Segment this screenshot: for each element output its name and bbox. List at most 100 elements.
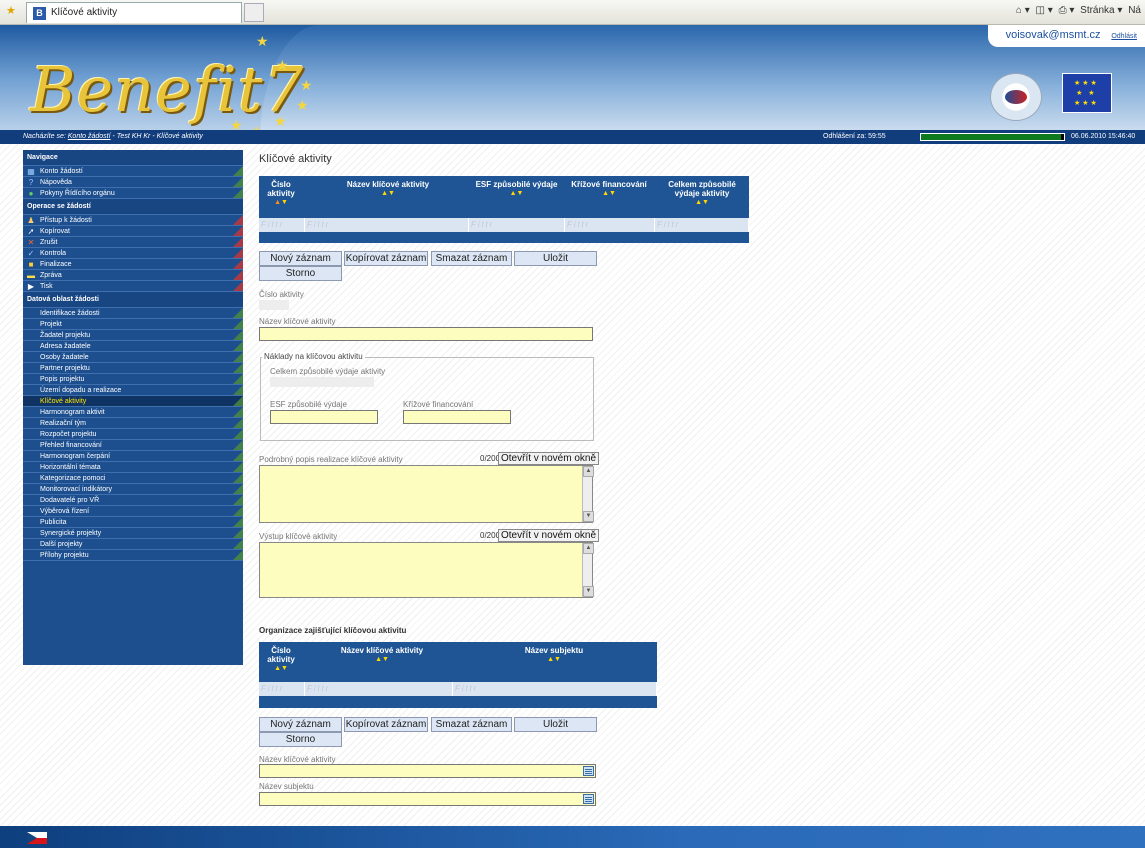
sidebar-item-indicators[interactable]: Monitorovací indikátory: [23, 484, 243, 495]
org-activity-select[interactable]: [259, 764, 596, 778]
sort-arrows-icon[interactable]: ▲▼: [469, 189, 564, 198]
save-button[interactable]: Uložit: [514, 251, 597, 266]
sidebar-item-cancel[interactable]: ✕ Zrušit: [23, 237, 243, 248]
delete-record-button[interactable]: Smazat záznam: [431, 251, 512, 266]
org-column-header-subject[interactable]: Název subjektu ▲▼: [499, 646, 609, 664]
org-subject-select[interactable]: [259, 792, 596, 806]
copy-record-button[interactable]: Kopírovat záznam: [344, 251, 428, 266]
sidebar-item-suppliers[interactable]: Dodavatelé pro VŘ: [23, 495, 243, 506]
sidebar-item-horizontal[interactable]: Horizontální témata: [23, 462, 243, 473]
org-filter-input-number[interactable]: Filtr: [259, 682, 305, 696]
sort-arrows-icon[interactable]: ▲▼: [655, 198, 749, 207]
filter-row: Filtr Filtr Filtr Filtr Filtr: [259, 218, 749, 232]
org-cancel-button[interactable]: Storno: [259, 732, 342, 747]
sidebar-item-publicity[interactable]: Publicita: [23, 517, 243, 528]
sidebar-item-applicant-persons[interactable]: Osoby žadatele: [23, 352, 243, 363]
cross-financing-input[interactable]: [403, 410, 511, 424]
star-icon: ★: [296, 97, 309, 113]
sidebar-item-synergy[interactable]: Synergické projekty: [23, 528, 243, 539]
filter-input-esf[interactable]: Filtr: [469, 218, 565, 232]
print-browser-icon[interactable]: ⎙ ▾: [1059, 5, 1075, 16]
logout-link[interactable]: Odhlásit: [1111, 33, 1137, 40]
org-new-record-button[interactable]: Nový záznam: [259, 717, 342, 732]
sidebar-item-key-activities[interactable]: Klíčové aktivity: [23, 396, 243, 407]
description-textarea[interactable]: [259, 465, 594, 523]
column-header-cross[interactable]: Křížové financování ▲▼: [565, 180, 653, 198]
sort-arrows-icon[interactable]: ▲▼: [261, 664, 301, 673]
czech-flag-icon[interactable]: [27, 832, 47, 844]
sidebar-item-partner[interactable]: Partner projektu: [23, 363, 243, 374]
org-column-header-name[interactable]: Název klíčové aktivity ▲▼: [319, 646, 445, 664]
org-delete-record-button[interactable]: Smazat záznam: [431, 717, 512, 732]
sort-arrows-icon[interactable]: ▲▼: [565, 189, 653, 198]
new-tab-button[interactable]: [244, 3, 264, 22]
org-save-button[interactable]: Uložit: [514, 717, 597, 732]
sidebar-item-check[interactable]: ✓ Kontrola: [23, 248, 243, 259]
filter-input-number[interactable]: Filtr: [259, 218, 305, 232]
sidebar-item-budget[interactable]: Rozpočet projektu: [23, 429, 243, 440]
column-header-number[interactable]: Číslo aktivity ▲▼: [261, 180, 301, 207]
sidebar-item-identification[interactable]: Identifikace žádosti: [23, 308, 243, 319]
sidebar-item-financing[interactable]: Přehled financování: [23, 440, 243, 451]
output-scrollbar[interactable]: [582, 543, 594, 597]
sidebar-item-other-projects[interactable]: Další projekty: [23, 539, 243, 550]
sidebar-item-help[interactable]: ? Nápověda: [23, 177, 243, 188]
esf-input[interactable]: [270, 410, 378, 424]
cross-financing-label: Křížové financování: [403, 400, 474, 409]
column-header-esf[interactable]: ESF způsobilé výdaje ▲▼: [469, 180, 564, 198]
organization-grid: Číslo aktivity ▲▼ Název klíčové aktivity ▲…: [259, 642, 657, 708]
sidebar-item-access[interactable]: ♟ Přístup k žádosti: [23, 215, 243, 226]
org-filter-input-name[interactable]: Filtr: [305, 682, 453, 696]
sidebar-item-applicant[interactable]: Žadatel projektu: [23, 330, 243, 341]
org-filter-input-subject[interactable]: Filtr: [453, 682, 657, 696]
column-header-name[interactable]: Název klíčové aktivity ▲▼: [319, 180, 457, 198]
sort-arrows-icon[interactable]: ▲▼: [261, 198, 301, 207]
sidebar-item-account[interactable]: ▦ Konto žádostí: [23, 166, 243, 177]
sidebar-item-attachments[interactable]: Přílohy projektu: [23, 550, 243, 561]
sidebar-item-description[interactable]: Popis projektu: [23, 374, 243, 385]
breadcrumb-link-account[interactable]: Konto žádostí: [68, 133, 111, 140]
sidebar-item-message[interactable]: ▬ Zpráva: [23, 270, 243, 281]
browser-tab[interactable]: B Klíčové aktivity: [26, 2, 242, 23]
lock-icon: ■: [28, 260, 34, 269]
filter-input-name[interactable]: Filtr: [305, 218, 469, 232]
sidebar-item-team[interactable]: Realizační tým: [23, 418, 243, 429]
activity-name-input[interactable]: [259, 327, 593, 341]
sidebar-item-finalize[interactable]: ■ Finalizace: [23, 259, 243, 270]
sidebar-item-applicant-address[interactable]: Adresa žadatele: [23, 341, 243, 352]
sidebar-item-territory[interactable]: Území dopadu a realizace: [23, 385, 243, 396]
sidebar-item-categorization[interactable]: Kategorizace pomoci: [23, 473, 243, 484]
output-open-window-button[interactable]: Otevřít v novém okně: [498, 529, 600, 542]
organization-section-title: Organizace zajišťující klíčovou aktivitu: [259, 626, 407, 635]
feeds-icon[interactable]: ◫ ▾: [1036, 5, 1053, 16]
lookup-list-icon[interactable]: [583, 794, 594, 804]
sort-arrows-icon[interactable]: ▲▼: [319, 655, 445, 664]
filter-input-total[interactable]: Filtr: [655, 218, 749, 232]
sidebar-item-activity-schedule[interactable]: Harmonogram aktivit: [23, 407, 243, 418]
sort-arrows-icon[interactable]: ▲▼: [319, 189, 457, 198]
sidebar-item-drawdown[interactable]: Harmonogram čerpání: [23, 451, 243, 462]
tools-menu[interactable]: Ná: [1128, 5, 1141, 16]
description-open-window-button[interactable]: Otevřít v novém okně: [498, 452, 600, 465]
lookup-list-icon[interactable]: [583, 766, 594, 776]
description-scrollbar[interactable]: [582, 466, 594, 522]
sidebar-item-tenders[interactable]: Výběrová řízení: [23, 506, 243, 517]
home-icon[interactable]: ⌂ ▾: [1016, 5, 1030, 16]
activities-grid: Číslo aktivity ▲▼ Název klíčové aktivity ▲…: [259, 176, 749, 243]
sidebar-item-print[interactable]: ▶ Tisk: [23, 281, 243, 292]
org-copy-record-button[interactable]: Kopírovat záznam: [344, 717, 428, 732]
cancel-button[interactable]: Storno: [259, 266, 342, 281]
costs-legend: Náklady na klíčovou aktivitu: [262, 352, 365, 361]
favorites-star-icon[interactable]: ★: [6, 6, 16, 17]
column-header-total[interactable]: Celkem způsobilé výdaje aktivity ▲▼: [655, 180, 749, 207]
sidebar-item-instructions[interactable]: ● Pokyny Řídícího orgánu: [23, 188, 243, 199]
sort-arrows-icon[interactable]: ▲▼: [499, 655, 609, 664]
page-menu[interactable]: Stránka ▾: [1080, 5, 1122, 16]
cancel-x-icon: ✕: [27, 238, 35, 247]
org-column-header-number[interactable]: Číslo aktivity ▲▼: [261, 646, 301, 673]
filter-input-cross[interactable]: Filtr: [565, 218, 655, 232]
output-textarea[interactable]: [259, 542, 594, 598]
sidebar-item-project[interactable]: Projekt: [23, 319, 243, 330]
sidebar-item-copy[interactable]: ➚ Kopírovat: [23, 226, 243, 237]
new-record-button[interactable]: Nový záznam: [259, 251, 342, 266]
